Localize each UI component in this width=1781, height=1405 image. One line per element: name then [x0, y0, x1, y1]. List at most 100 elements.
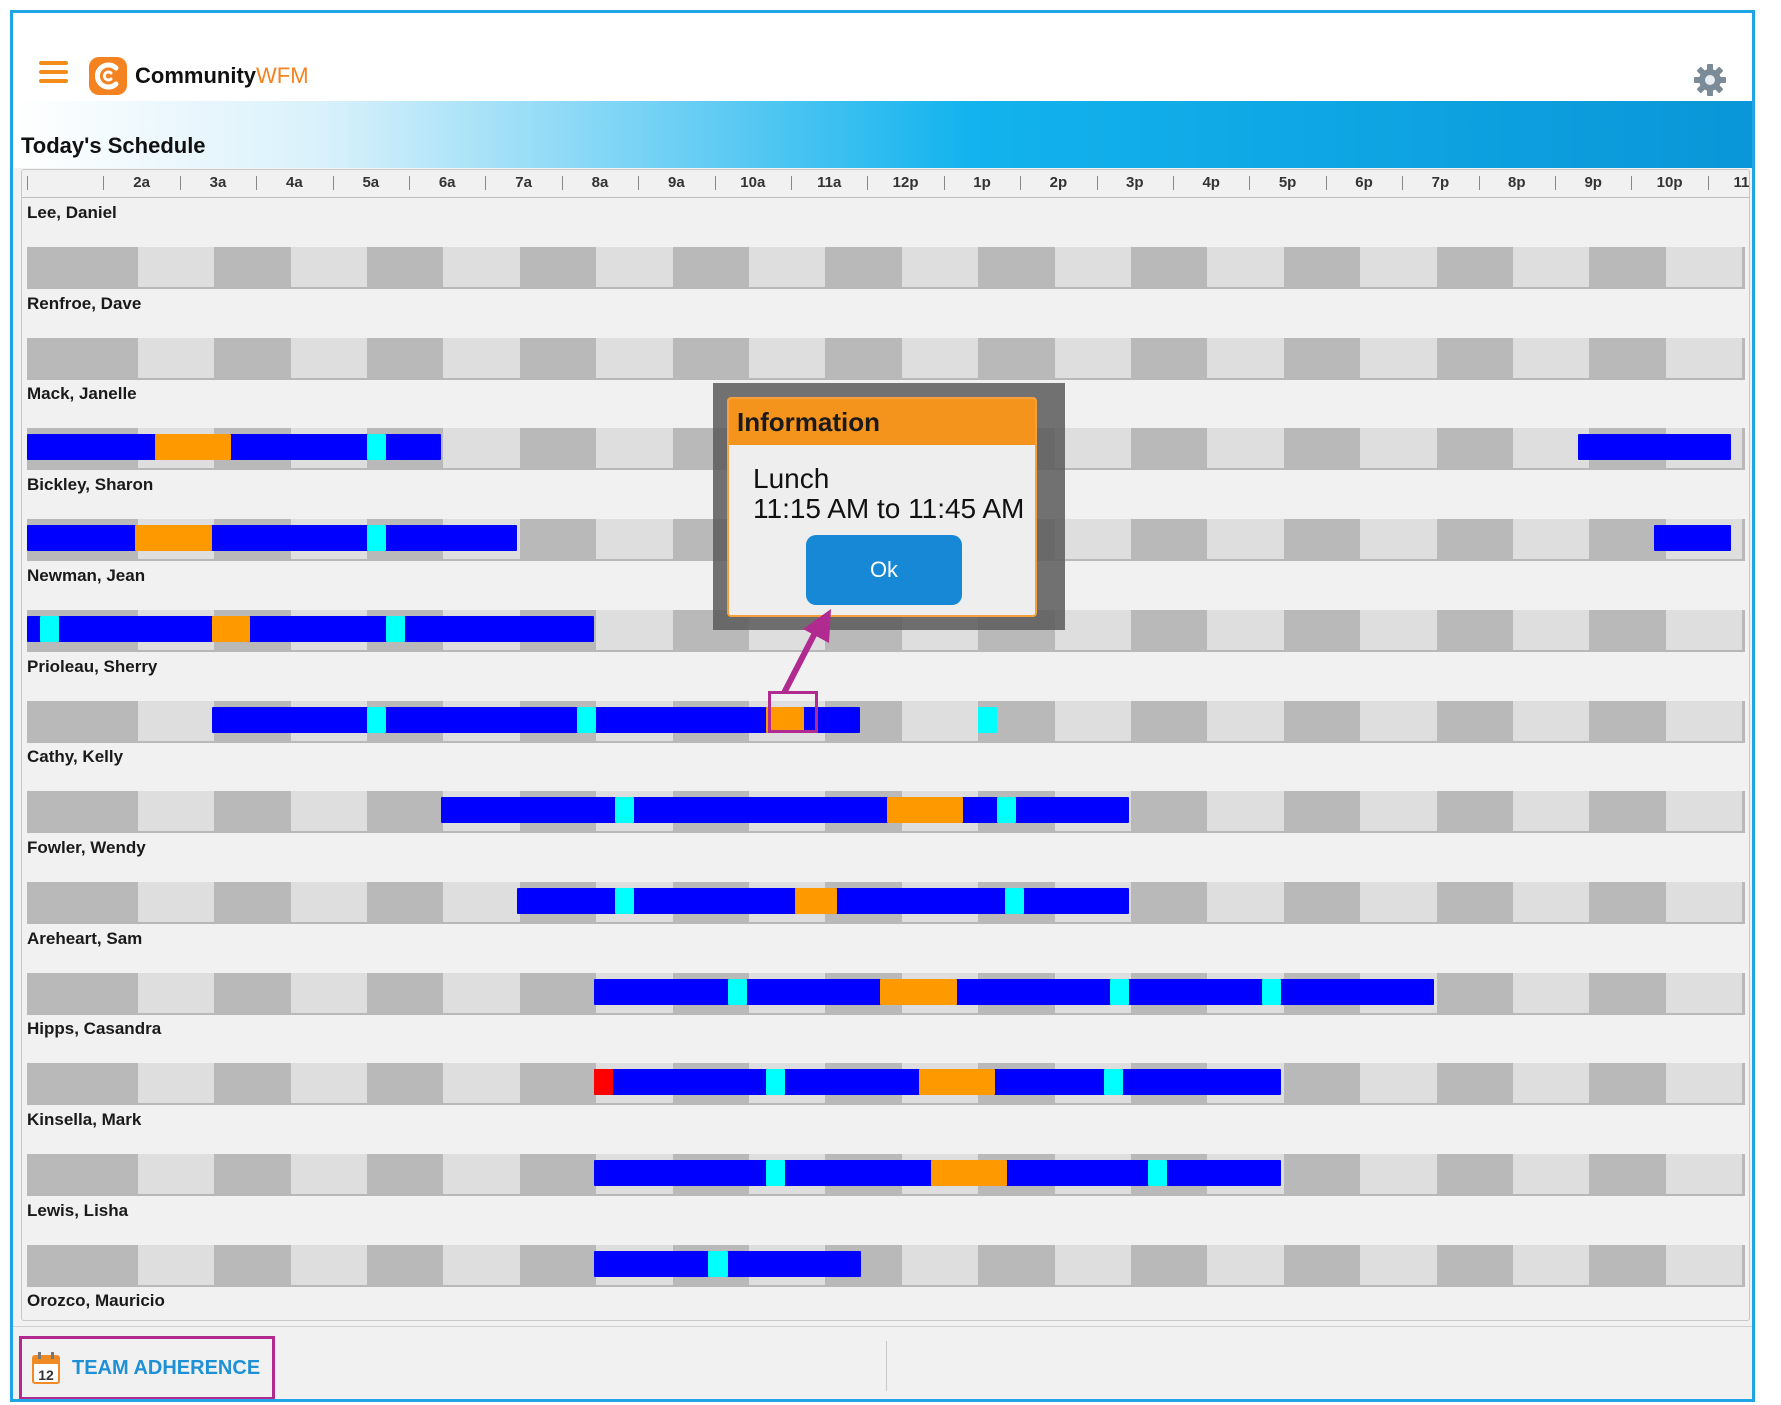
- time-cell: [1436, 1154, 1513, 1196]
- time-cell: [1130, 519, 1208, 562]
- time-cell: [366, 1063, 444, 1106]
- employee-name[interactable]: Orozco, Mauricio: [27, 1291, 165, 1311]
- time-cell: [825, 337, 902, 380]
- lunch-segment[interactable]: [211, 615, 251, 642]
- gear-icon[interactable]: [1693, 63, 1727, 97]
- time-cell: [61, 1063, 138, 1106]
- time-cell: [1436, 337, 1513, 380]
- employee-name[interactable]: Cathy, Kelly: [27, 747, 123, 767]
- time-cell: [1130, 337, 1208, 380]
- time-cell: [443, 337, 520, 380]
- break-segment[interactable]: [765, 1160, 785, 1186]
- ok-button[interactable]: Ok: [806, 535, 962, 605]
- time-cell: [1054, 700, 1131, 743]
- time-cell: [1207, 881, 1284, 924]
- team-adherence-button[interactable]: 12 TEAM ADHERENCE: [19, 1336, 275, 1399]
- employee-row: Orozco, Mauricio: [22, 1284, 1749, 1320]
- time-cell: [1283, 1244, 1361, 1287]
- time-cell: [137, 337, 215, 380]
- break-segment[interactable]: [615, 887, 635, 914]
- time-cell: [290, 881, 367, 924]
- hour-tick: [27, 176, 28, 190]
- work-segment[interactable]: [27, 525, 518, 552]
- schedule-track: [27, 791, 1745, 834]
- time-cell: [214, 881, 291, 924]
- time-cell: [978, 247, 1055, 289]
- work-segment[interactable]: [441, 797, 1129, 824]
- break-segment[interactable]: [366, 706, 387, 733]
- hour-label: 11a: [817, 174, 842, 191]
- employee-name[interactable]: Bickley, Sharon: [27, 475, 153, 495]
- break-segment[interactable]: [1104, 1069, 1124, 1096]
- employee-name[interactable]: Prioleau, Sherry: [27, 657, 157, 677]
- break-segment[interactable]: [765, 1069, 785, 1096]
- employee-name[interactable]: Newman, Jean: [27, 566, 145, 586]
- break-segment[interactable]: [727, 978, 747, 1005]
- hour-label: 8p: [1508, 174, 1526, 191]
- time-cell: [1054, 1244, 1131, 1287]
- break-segment[interactable]: [1262, 978, 1282, 1005]
- lunch-segment[interactable]: [930, 1160, 1008, 1186]
- lunch-segment[interactable]: [154, 434, 231, 461]
- break-segment[interactable]: [1147, 1160, 1167, 1186]
- time-cell: [1360, 519, 1437, 562]
- lunch-segment[interactable]: [794, 887, 837, 914]
- employee-name[interactable]: Renfroe, Dave: [27, 294, 141, 314]
- employee-name[interactable]: Lee, Daniel: [27, 203, 117, 223]
- time-cell: [1360, 700, 1437, 743]
- break-segment[interactable]: [997, 797, 1017, 824]
- break-segment[interactable]: [366, 434, 387, 461]
- time-cell: [519, 247, 597, 289]
- hour-label: 6a: [438, 174, 456, 191]
- break-segment[interactable]: [1109, 978, 1129, 1005]
- callout-arrow-icon: [782, 609, 831, 694]
- time-cell: [1360, 791, 1437, 834]
- hour-label: 9p: [1584, 174, 1602, 191]
- schedule-track: [27, 700, 1745, 743]
- time-cell: [1742, 791, 1745, 834]
- employee-name[interactable]: Kinsella, Mark: [27, 1110, 141, 1130]
- break-segment[interactable]: [39, 615, 60, 642]
- hour-label: 5p: [1278, 174, 1297, 191]
- work-segment[interactable]: [593, 978, 1435, 1005]
- time-cell: [137, 1154, 215, 1196]
- break-segment[interactable]: [386, 615, 406, 642]
- lunch-segment[interactable]: [135, 525, 212, 552]
- time-cell: [1436, 700, 1513, 743]
- time-cell: [137, 881, 215, 924]
- time-cell: [1589, 1154, 1666, 1196]
- time-cell: [1283, 1063, 1361, 1106]
- employee-name[interactable]: Fowler, Wendy: [27, 838, 146, 858]
- time-cell: [519, 1154, 597, 1196]
- break-segment[interactable]: [978, 706, 998, 733]
- time-cell: [1589, 791, 1666, 834]
- break-segment[interactable]: [708, 1250, 728, 1277]
- time-cell: [1283, 881, 1361, 924]
- work-segment[interactable]: [1654, 525, 1731, 552]
- lunch-segment[interactable]: [918, 1069, 995, 1096]
- employee-name[interactable]: Areheart, Sam: [27, 929, 142, 949]
- work-segment[interactable]: [27, 615, 594, 642]
- lunch-segment[interactable]: [880, 978, 957, 1005]
- time-cell: [1436, 428, 1513, 471]
- employee-name[interactable]: Lewis, Lisha: [27, 1201, 128, 1221]
- time-cell: [137, 700, 215, 743]
- hamburger-menu-icon[interactable]: [39, 61, 68, 83]
- time-cell: [1665, 1063, 1743, 1106]
- break-segment[interactable]: [366, 525, 387, 552]
- employee-name[interactable]: Hipps, Casandra: [27, 1019, 161, 1039]
- exception-segment[interactable]: [593, 1069, 613, 1096]
- time-cell: [519, 337, 597, 380]
- break-segment[interactable]: [1004, 887, 1024, 914]
- work-segment[interactable]: [1577, 434, 1731, 461]
- time-cell: [748, 337, 826, 380]
- time-cell: [366, 972, 444, 1015]
- employee-name[interactable]: Mack, Janelle: [27, 384, 137, 404]
- break-segment[interactable]: [577, 706, 597, 733]
- time-cell: [1130, 881, 1208, 924]
- lunch-segment[interactable]: [886, 797, 963, 824]
- time-cell: [443, 428, 520, 471]
- time-cell: [1512, 791, 1590, 834]
- break-segment[interactable]: [615, 797, 635, 824]
- work-segment[interactable]: [211, 706, 860, 733]
